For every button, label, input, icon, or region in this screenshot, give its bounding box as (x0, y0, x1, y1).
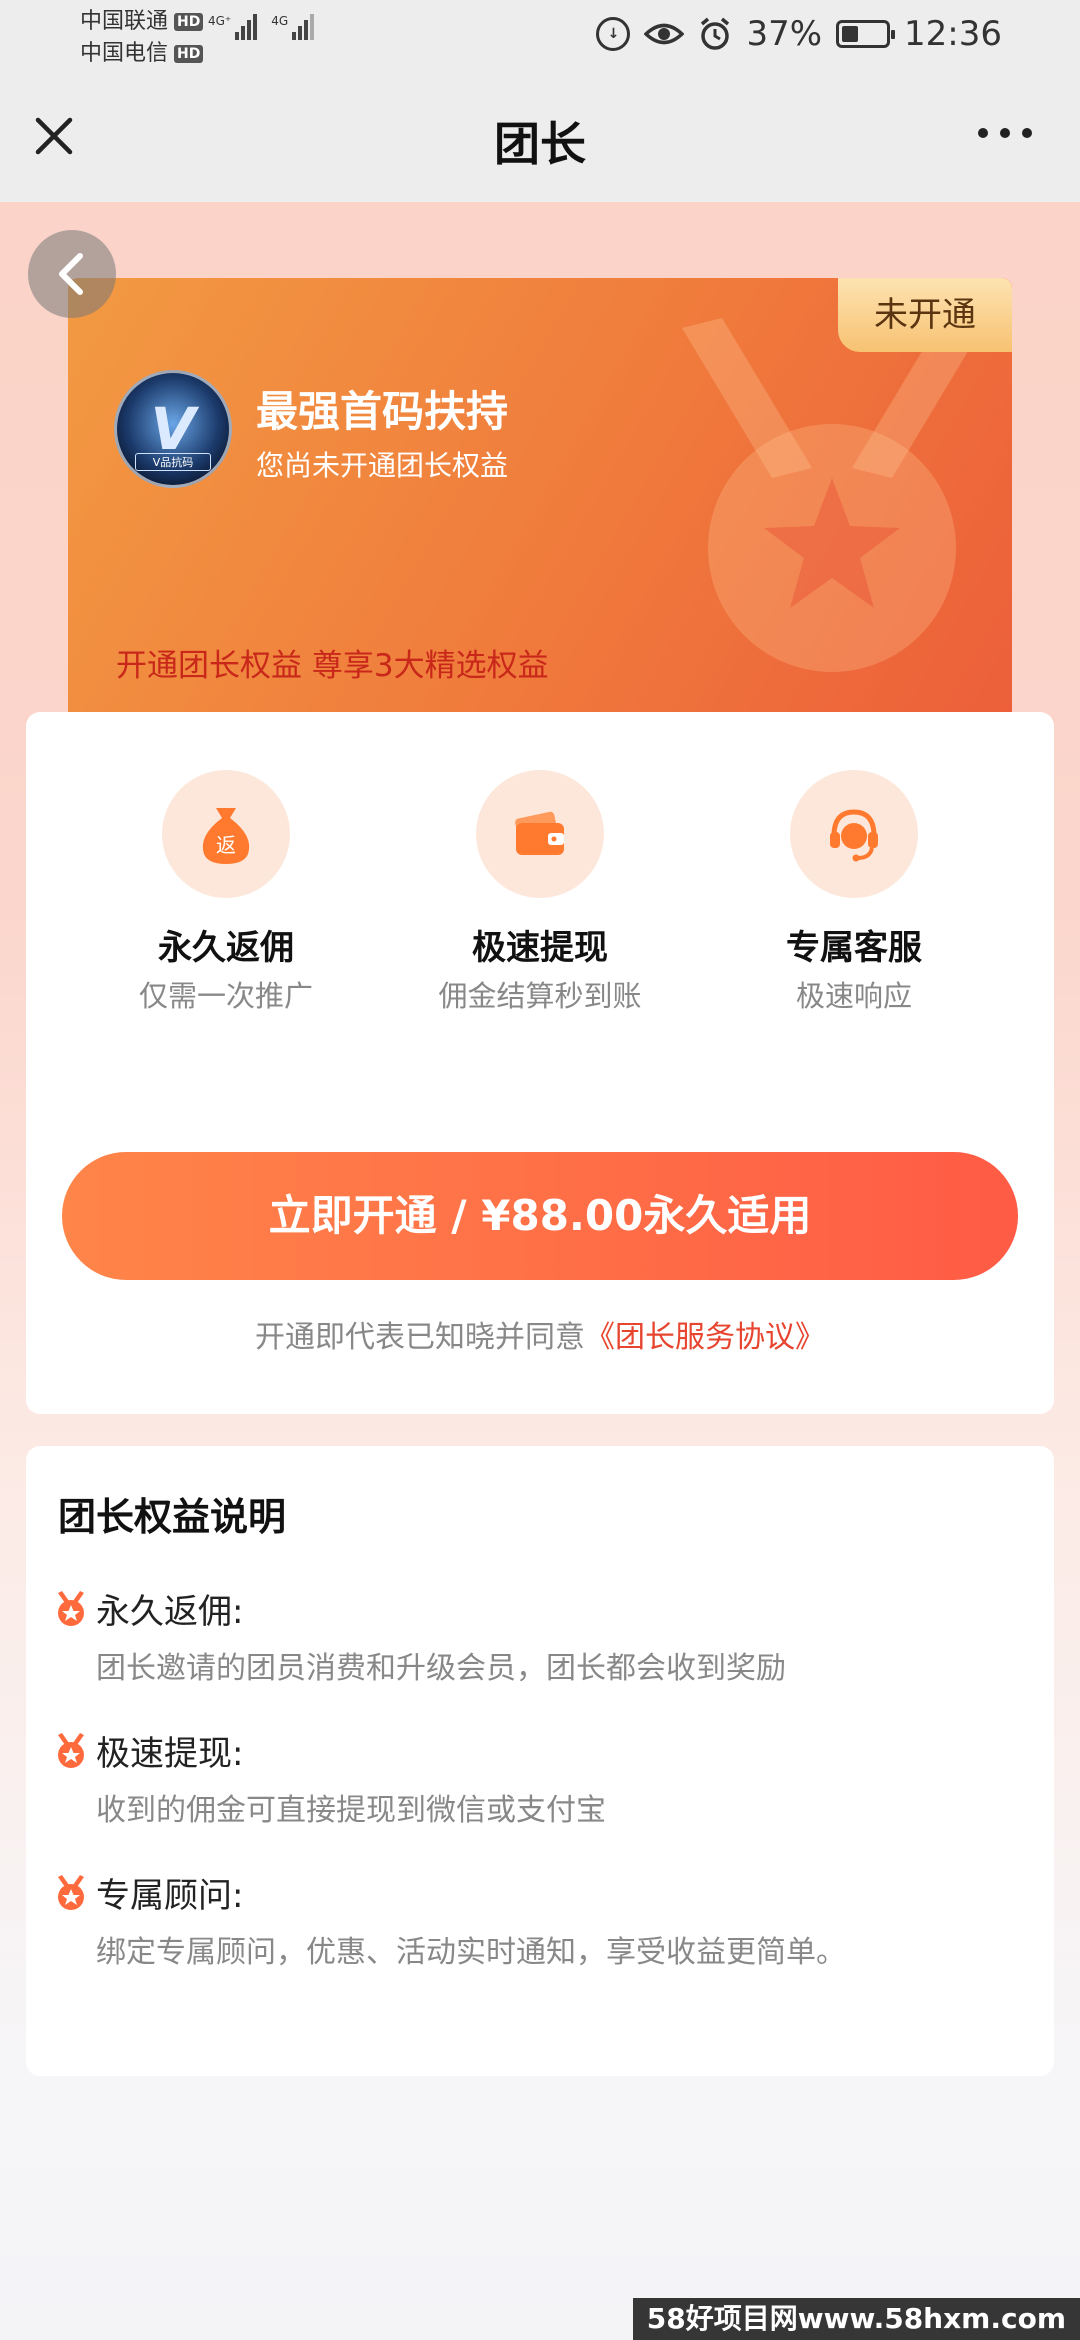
benefit-subtitle: 佣金结算秒到账 (438, 979, 642, 1013)
medal-badge-icon (58, 1874, 84, 1910)
signal-icon: 4G⁺ (208, 14, 258, 40)
avatar: V V品抗码 (114, 370, 232, 488)
explanation-item-title: 永久返佣: (96, 1592, 244, 1632)
battery-percent: 37% (746, 14, 823, 54)
nav-bar: 团长 (0, 78, 1080, 202)
explanation-item-desc: 绑定专属顾问，优惠、活动实时通知，享受收益更简单。 (96, 1935, 846, 1970)
benefits-explanation-card: 团长权益说明 永久返佣: 团长邀请的团员消费和升级会员，团长都会收到奖励 极速提… (26, 1446, 1054, 2076)
hero-title: 最强首码扶持 (256, 387, 509, 436)
battery-icon (836, 20, 896, 48)
page-title: 团长 (494, 117, 586, 171)
explanation-item: 极速提现: 收到的佣金可直接提现到微信或支付宝 (56, 1726, 606, 1829)
benefit-title: 极速提现 (472, 928, 608, 968)
carrier-2: 中国电信 (80, 41, 169, 66)
explanation-item: 专属顾问: 绑定专属顾问，优惠、活动实时通知，享受收益更简单。 (56, 1868, 846, 1971)
money-bag-icon: 返 (162, 770, 290, 898)
benefit-item: 极速提现 佣金结算秒到账 (390, 770, 690, 1015)
benefit-item: 专属客服 极速响应 (704, 770, 1004, 1015)
explanation-item-desc: 团长邀请的团员消费和升级会员，团长都会收到奖励 (96, 1651, 786, 1686)
benefit-subtitle: 仅需一次推广 (138, 979, 313, 1013)
benefit-title: 专属客服 (786, 928, 922, 968)
alarm-icon (701, 17, 730, 50)
agreement-prefix: 开通即代表已知晓并同意 (255, 1320, 585, 1355)
back-button[interactable] (28, 230, 116, 318)
data-saver-icon: ↓ (596, 17, 631, 51)
benefit-item: 返 永久返佣 仅需一次推广 (76, 770, 376, 1015)
eye-icon (644, 23, 685, 45)
wallet-icon (476, 770, 604, 898)
network-type-2: 4G (271, 14, 289, 28)
explanation-item-desc: 收到的佣金可直接提现到微信或支付宝 (96, 1793, 606, 1828)
chevron-left-icon (59, 253, 83, 295)
hero-subtitle: 您尚未开通团长权益 (256, 449, 509, 482)
avatar-caption: V品抗码 (135, 453, 211, 471)
network-type-1: 4G⁺ (208, 14, 232, 28)
hd-badge: HD (174, 45, 204, 63)
status-right: ↓ 37% 12:36 (596, 14, 1002, 54)
membership-hero-card: 未开通 V V品抗码 最强首码扶持 您尚未开通团长权益 开通团长权益 尊享3大精… (68, 278, 1012, 748)
benefit-title: 永久返佣 (158, 928, 294, 968)
activate-button[interactable]: 立即开通 / ¥88.00永久适用 (62, 1152, 1018, 1280)
hero-promo-text: 开通团长权益 尊享3大精选权益 (116, 648, 549, 684)
hd-badge: HD (174, 13, 204, 31)
status-badge: 未开通 (838, 278, 1012, 352)
agreement-text: 开通即代表已知晓并同意《团长服务协议》 (26, 1312, 1054, 1356)
medal-icon (682, 318, 982, 672)
section-title: 团长权益说明 (58, 1486, 287, 1541)
svg-text:返: 返 (216, 833, 236, 857)
watermark: 58好项目网www.58hxm.com (632, 2298, 1080, 2340)
customer-service-icon (790, 770, 918, 898)
benefit-subtitle: 极速响应 (795, 979, 912, 1013)
carrier-1: 中国联通 (80, 9, 169, 34)
explanation-item-title: 专属顾问: (96, 1876, 244, 1916)
clock: 12:36 (904, 14, 1002, 54)
battery-level (842, 26, 859, 42)
status-bar: 中国联通 HD 中国电信 HD 4G⁺ 4G ↓ 37% 12:36 (0, 0, 1080, 78)
explanation-item: 永久返佣: 团长邀请的团员消费和升级会员，团长都会收到奖励 (56, 1584, 786, 1687)
carrier-info: 中国联通 HD 中国电信 HD (80, 6, 204, 70)
service-agreement-link[interactable]: 《团长服务协议》 (585, 1320, 825, 1355)
medal-badge-icon (58, 1590, 84, 1626)
benefits-card: 返 永久返佣 仅需一次推广 极速提现 佣金结算秒到账 专属客服 极速响应 立即开… (26, 712, 1054, 1414)
medal-badge-icon (58, 1732, 84, 1768)
more-icon[interactable] (978, 128, 1032, 138)
explanation-item-title: 极速提现: (96, 1734, 244, 1774)
signal-icon: 4G (271, 14, 315, 40)
signal-icons: 4G⁺ 4G (208, 14, 315, 40)
